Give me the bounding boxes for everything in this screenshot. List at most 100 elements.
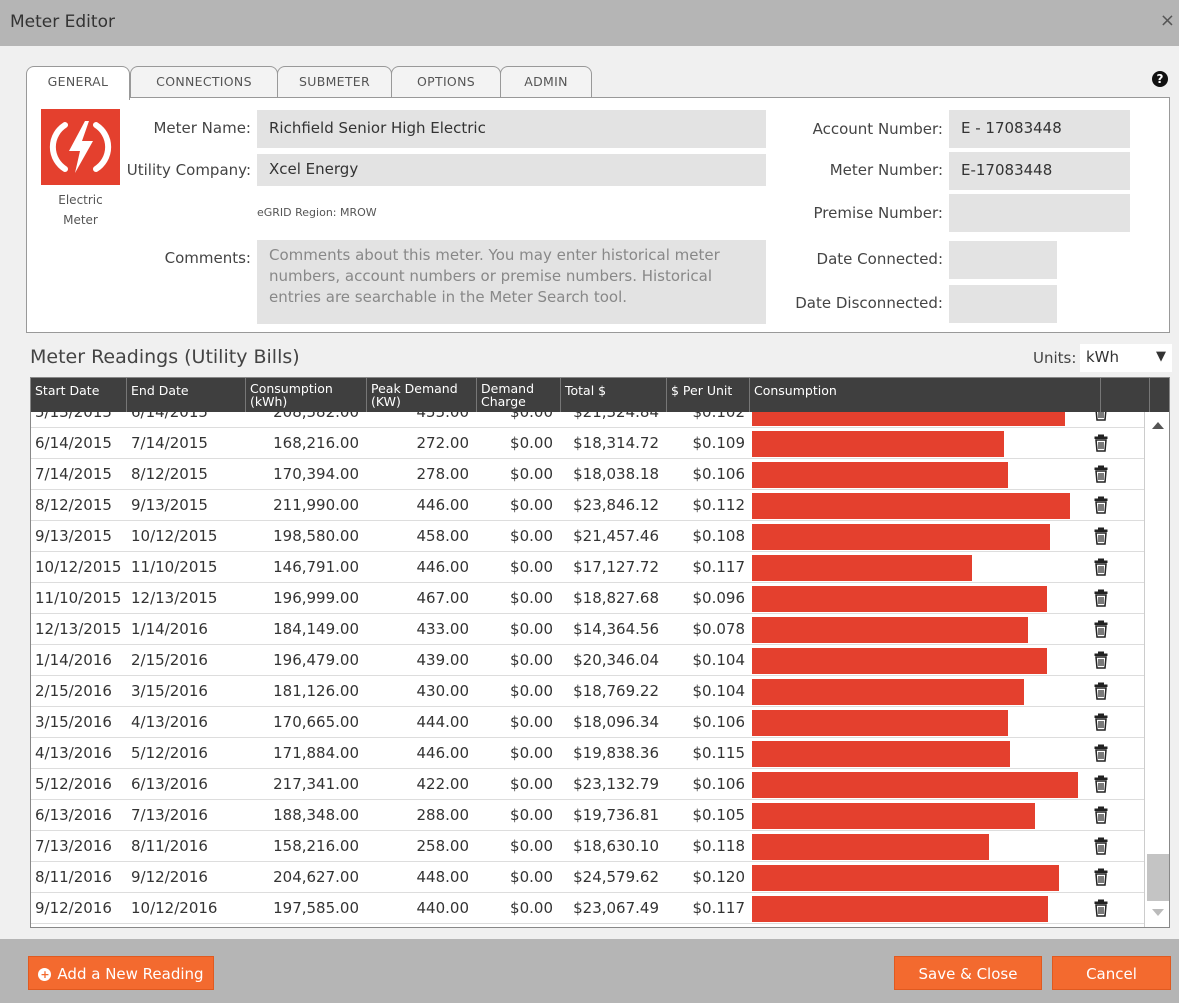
trash-icon[interactable] bbox=[1094, 775, 1108, 793]
trash-icon[interactable] bbox=[1094, 682, 1108, 700]
table-row[interactable]: 10/12/2015 11/10/2015 146,791.00 446.00 $0.0… bbox=[31, 552, 1144, 583]
trash-icon[interactable] bbox=[1094, 620, 1108, 638]
grid-header: Start Date End Date Consumption (kWh) Pe… bbox=[31, 378, 1169, 412]
trash-icon[interactable] bbox=[1094, 744, 1108, 762]
save-close-button[interactable]: Save & Close bbox=[894, 956, 1042, 990]
cell-peak-demand: 440.00 bbox=[416, 899, 470, 917]
cell-consumption: 217,341.00 bbox=[273, 775, 359, 793]
cell-consumption: 208,582.00 bbox=[273, 412, 359, 421]
comments-field[interactable]: Comments about this meter. You may enter… bbox=[257, 240, 766, 324]
cell-total: $19,736.81 bbox=[573, 806, 659, 824]
col-start-date[interactable]: Start Date bbox=[31, 378, 127, 412]
table-row[interactable]: 5/13/2015 6/14/2015 208,582.00 455.00 $0.00 $… bbox=[31, 412, 1144, 428]
cell-consumption: 204,627.00 bbox=[273, 868, 359, 886]
table-row[interactable]: 4/13/2016 5/12/2016 171,884.00 446.00 $0.00 $… bbox=[31, 738, 1144, 769]
trash-icon[interactable] bbox=[1094, 713, 1108, 731]
table-row[interactable]: 8/12/2015 9/13/2015 211,990.00 446.00 $0.00 $… bbox=[31, 490, 1144, 521]
cell-per-unit: $0.117 bbox=[692, 899, 746, 917]
date-connected-label: Date Connected: bbox=[816, 250, 943, 268]
cell-consumption: 184,149.00 bbox=[273, 620, 359, 638]
vertical-scrollbar[interactable] bbox=[1144, 412, 1169, 927]
cell-demand-charge: $0.00 bbox=[510, 899, 553, 917]
trash-icon[interactable] bbox=[1094, 558, 1108, 576]
col-per-unit[interactable]: $ Per Unit bbox=[667, 378, 750, 412]
units-select[interactable]: kWh ▼ bbox=[1080, 344, 1172, 372]
cell-per-unit: $0.104 bbox=[692, 651, 746, 669]
trash-icon[interactable] bbox=[1094, 496, 1108, 514]
close-icon[interactable]: × bbox=[1160, 10, 1175, 31]
date-connected-field[interactable] bbox=[949, 241, 1057, 279]
cell-total: $14,364.56 bbox=[573, 620, 659, 638]
table-row[interactable]: 2/15/2016 3/15/2016 181,126.00 430.00 $0.00 $… bbox=[31, 676, 1144, 707]
cell-end-date: 7/13/2016 bbox=[131, 806, 208, 824]
table-row[interactable]: 6/13/2016 7/13/2016 188,348.00 288.00 $0.00 $… bbox=[31, 800, 1144, 831]
table-row[interactable]: 12/13/2015 1/14/2016 184,149.00 433.00 $0.00… bbox=[31, 614, 1144, 645]
tab-options[interactable]: OPTIONS bbox=[391, 66, 501, 98]
cell-per-unit: $0.109 bbox=[692, 434, 746, 452]
question-circle-icon[interactable]: ? bbox=[1152, 71, 1168, 87]
trash-icon[interactable] bbox=[1094, 868, 1108, 886]
table-row[interactable]: 3/15/2016 4/13/2016 170,665.00 444.00 $0.00 $… bbox=[31, 707, 1144, 738]
tab-submeter[interactable]: SUBMETER bbox=[277, 66, 392, 98]
utility-company-field[interactable]: Xcel Energy bbox=[257, 154, 766, 186]
col-peak-demand[interactable]: Peak Demand (KW) bbox=[367, 378, 477, 412]
table-row[interactable]: 8/11/2016 9/12/2016 204,627.00 448.00 $0.00 $… bbox=[31, 862, 1144, 893]
add-reading-button[interactable]: + Add a New Reading bbox=[28, 956, 214, 990]
consumption-bar bbox=[752, 524, 1050, 550]
premise-number-field[interactable] bbox=[949, 194, 1130, 232]
cell-end-date: 8/11/2016 bbox=[131, 837, 208, 855]
trash-icon[interactable] bbox=[1094, 434, 1108, 452]
comments-label: Comments: bbox=[164, 249, 251, 267]
col-total[interactable]: Total $ bbox=[561, 378, 667, 412]
trash-icon[interactable] bbox=[1094, 589, 1108, 607]
table-row[interactable]: 9/13/2015 10/12/2015 198,580.00 458.00 $0.00… bbox=[31, 521, 1144, 552]
meter-name-label: Meter Name: bbox=[153, 119, 251, 137]
trash-icon[interactable] bbox=[1094, 899, 1108, 917]
trash-icon[interactable] bbox=[1094, 651, 1108, 669]
scroll-up-icon[interactable] bbox=[1152, 422, 1164, 429]
col-consumption-bar[interactable]: Consumption bbox=[750, 378, 1101, 412]
meter-name-field[interactable]: Richfield Senior High Electric bbox=[257, 110, 766, 148]
account-number-label: Account Number: bbox=[812, 120, 943, 138]
account-number-field[interactable]: E - 17083448 bbox=[949, 110, 1130, 148]
consumption-bar bbox=[752, 431, 1004, 457]
table-row[interactable]: 1/14/2016 2/15/2016 196,479.00 439.00 $0.00 $… bbox=[31, 645, 1144, 676]
cell-start-date: 1/14/2016 bbox=[35, 651, 112, 669]
cell-end-date: 10/12/2015 bbox=[131, 527, 218, 545]
cell-per-unit: $0.096 bbox=[692, 589, 746, 607]
col-end-date[interactable]: End Date bbox=[127, 378, 246, 412]
table-row[interactable]: 9/12/2016 10/12/2016 197,585.00 440.00 $0.00… bbox=[31, 893, 1144, 924]
trash-icon[interactable] bbox=[1094, 837, 1108, 855]
trash-icon[interactable] bbox=[1094, 527, 1108, 545]
cell-peak-demand: 458.00 bbox=[416, 527, 470, 545]
cell-consumption: 170,394.00 bbox=[273, 465, 359, 483]
consumption-bar bbox=[752, 803, 1035, 829]
cell-start-date: 9/12/2016 bbox=[35, 899, 112, 917]
readings-title: Meter Readings (Utility Bills) bbox=[30, 346, 300, 368]
table-row[interactable]: 6/14/2015 7/14/2015 168,216.00 272.00 $0.00 $… bbox=[31, 428, 1144, 459]
tab-connections[interactable]: CONNECTIONS bbox=[130, 66, 278, 98]
readings-grid: Start Date End Date Consumption (kWh) Pe… bbox=[30, 377, 1170, 928]
date-disconnected-field[interactable] bbox=[949, 285, 1057, 323]
trash-icon[interactable] bbox=[1094, 412, 1108, 421]
scroll-thumb[interactable] bbox=[1147, 854, 1169, 901]
table-row[interactable]: 5/12/2016 6/13/2016 217,341.00 422.00 $0.00 $… bbox=[31, 769, 1144, 800]
meter-number-label: Meter Number: bbox=[829, 161, 943, 179]
col-demand-charge[interactable]: Demand Charge bbox=[477, 378, 561, 412]
table-row[interactable]: 7/13/2016 8/11/2016 158,216.00 258.00 $0.00 $… bbox=[31, 831, 1144, 862]
table-row[interactable]: 11/10/2015 12/13/2015 196,999.00 467.00 $0.0… bbox=[31, 583, 1144, 614]
cell-demand-charge: $0.00 bbox=[510, 527, 553, 545]
meter-number-field[interactable]: E-17083448 bbox=[949, 152, 1130, 190]
trash-icon[interactable] bbox=[1094, 806, 1108, 824]
cancel-button[interactable]: Cancel bbox=[1052, 956, 1171, 990]
cell-total: $18,769.22 bbox=[573, 682, 659, 700]
scroll-down-icon[interactable] bbox=[1152, 909, 1164, 916]
col-consumption[interactable]: Consumption (kWh) bbox=[246, 378, 367, 412]
tab-admin[interactable]: ADMIN bbox=[500, 66, 592, 98]
add-reading-label: Add a New Reading bbox=[57, 965, 204, 983]
tab-general[interactable]: GENERAL bbox=[26, 66, 130, 100]
trash-icon[interactable] bbox=[1094, 465, 1108, 483]
cell-per-unit: $0.120 bbox=[692, 868, 746, 886]
cell-per-unit: $0.105 bbox=[692, 806, 746, 824]
table-row[interactable]: 7/14/2015 8/12/2015 170,394.00 278.00 $0.00 $… bbox=[31, 459, 1144, 490]
